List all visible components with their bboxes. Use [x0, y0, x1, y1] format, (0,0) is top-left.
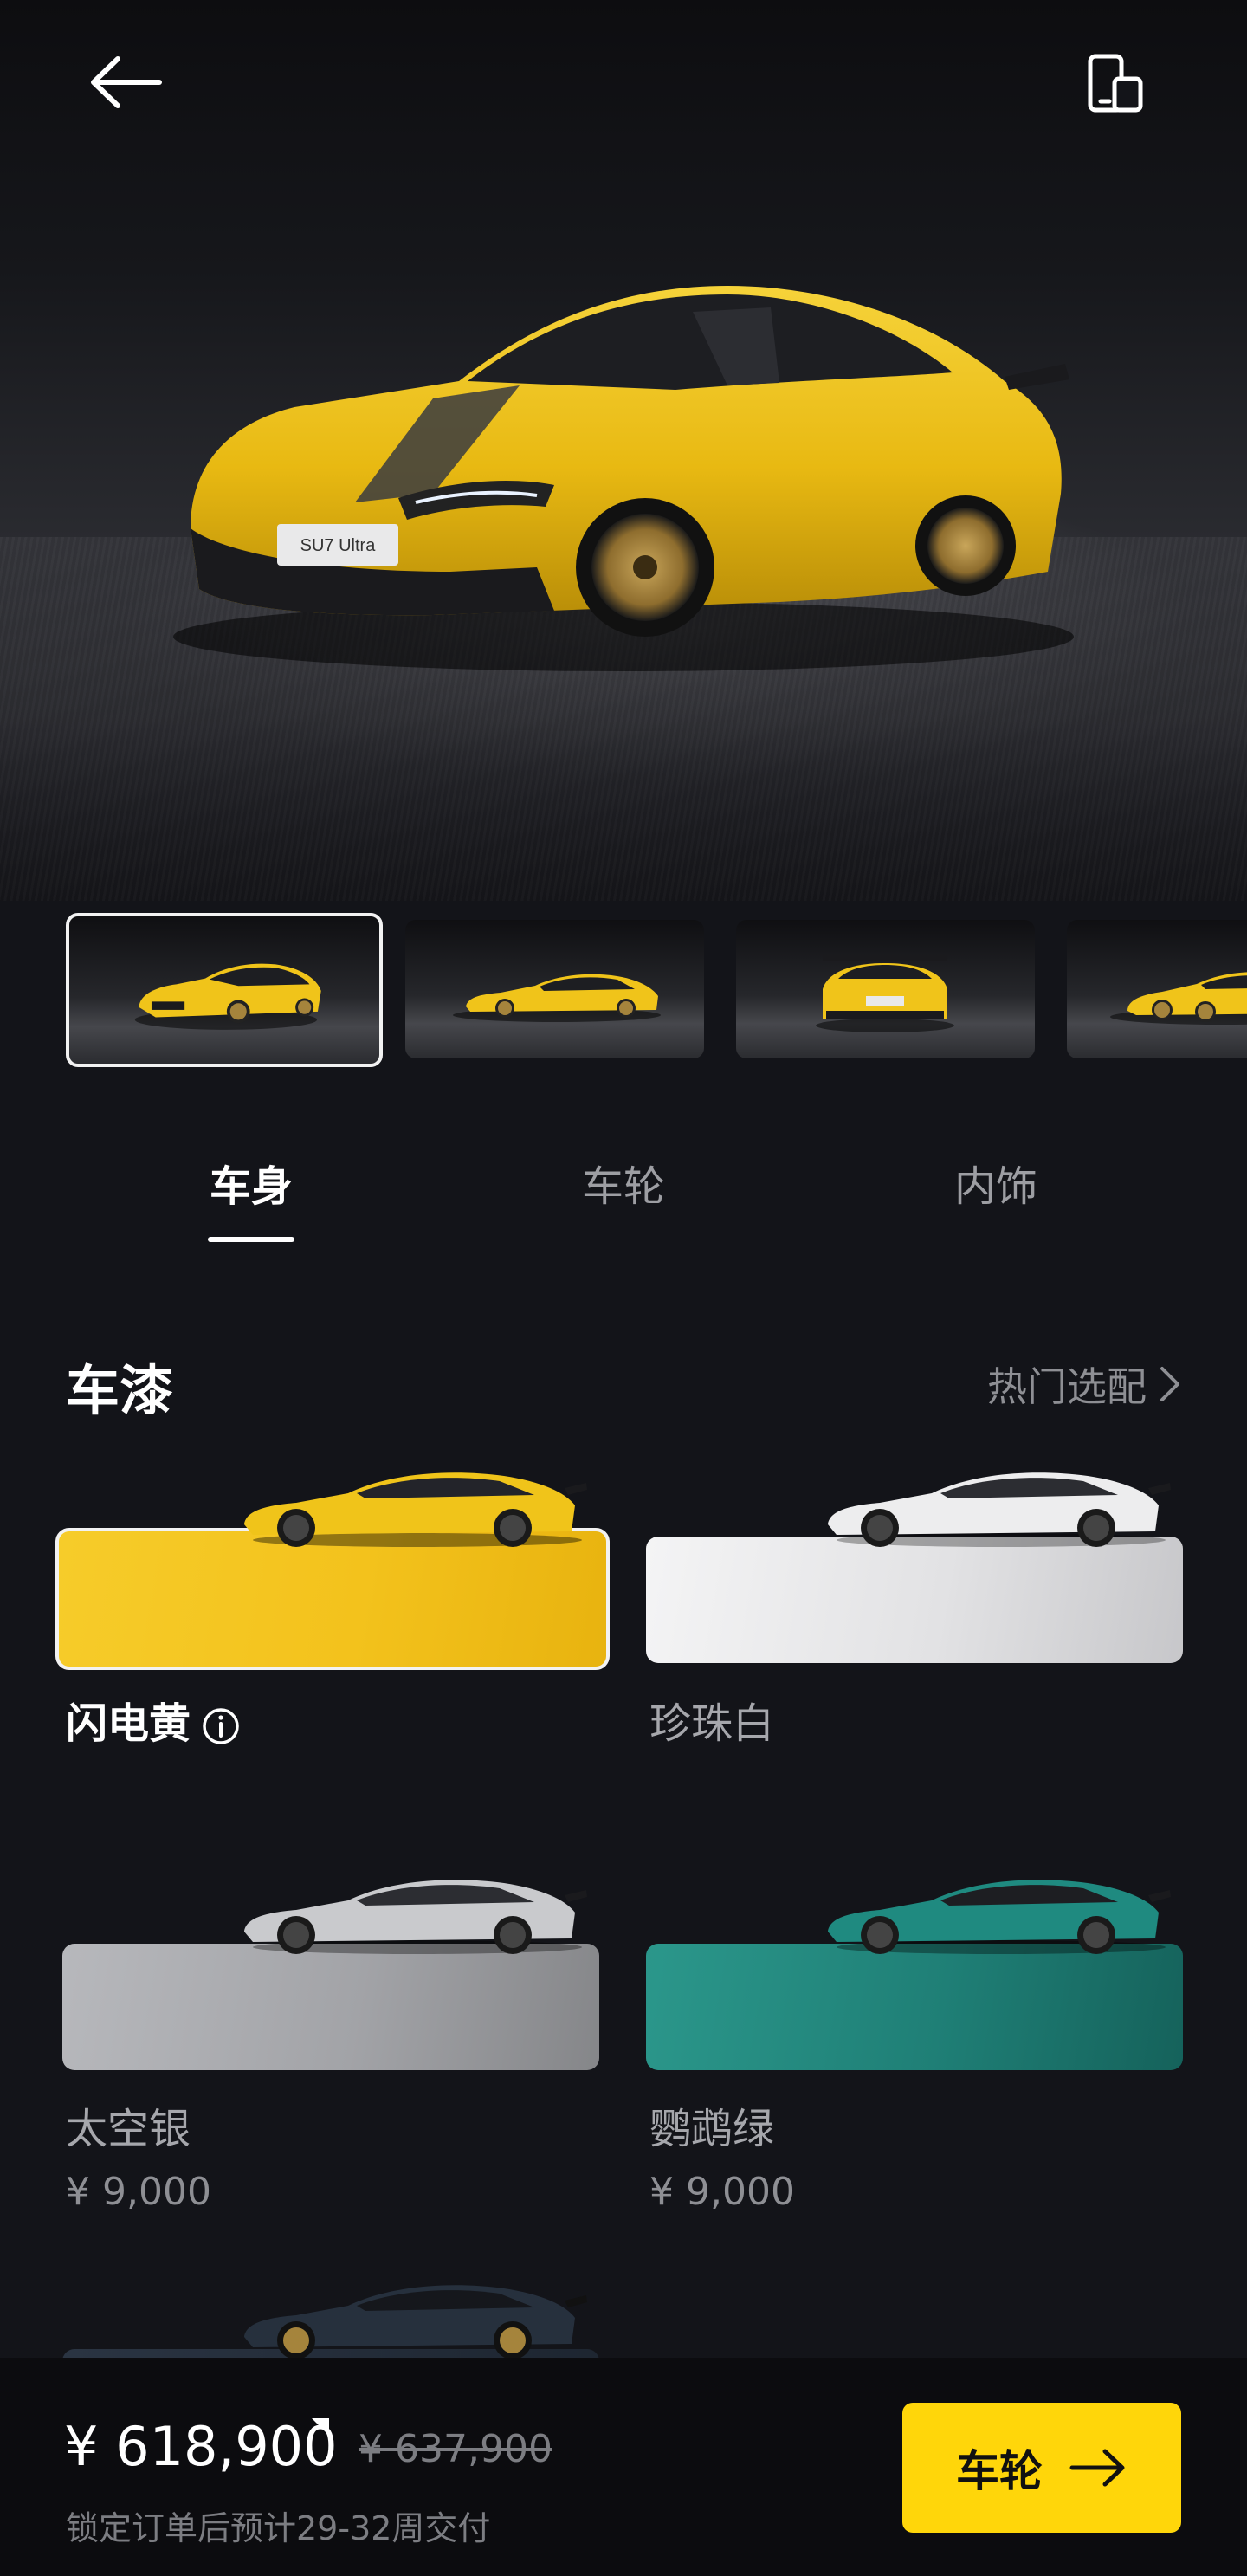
color-swatch: [62, 1944, 599, 2070]
color-option-white[interactable]: [646, 1438, 1200, 1663]
thumbnail-side[interactable]: [405, 920, 704, 1058]
color-name-white: 珍珠白: [649, 1699, 775, 1748]
color-name-silver: 太空银: [66, 2105, 191, 2153]
card-car-image: [244, 2285, 587, 2359]
tab-wheels[interactable]: 车轮: [537, 1152, 710, 1213]
color-price-silver: ¥ 9,000: [66, 2170, 211, 2214]
next-step-button[interactable]: 车轮: [902, 2403, 1181, 2533]
card-car-image: [828, 1880, 1171, 1954]
delivery-estimate: 锁定订单后预计29-32周交付: [66, 2509, 491, 2547]
color-name-green: 鹦鹉绿: [649, 2105, 775, 2153]
arrow-left-icon: [91, 56, 162, 108]
color-swatch: [646, 1537, 1183, 1663]
chevron-right-icon: [1160, 1367, 1179, 1401]
thumbnail-front[interactable]: [66, 913, 383, 1067]
color-price-green: ¥ 9,000: [649, 2170, 795, 2214]
order-summary-bar: ¥ 618,900 ¥ 637,900 锁定订单后预计29-32周交付 车轮: [0, 2358, 1247, 2576]
color-option-silver[interactable]: [62, 1845, 617, 2070]
config-tabs: 车身 车轮 内饰: [0, 1152, 1247, 1247]
section-title: 车漆: [66, 1359, 174, 1422]
next-step-label: 车轮: [956, 2446, 1043, 2496]
info-icon[interactable]: [201, 1706, 241, 1746]
thumbnail-rear[interactable]: [736, 920, 1035, 1058]
hero-image: SU7 Ultra: [0, 0, 1247, 901]
color-option-green[interactable]: [646, 1845, 1200, 2070]
card-car-image: [244, 1472, 587, 1547]
back-button[interactable]: [87, 52, 173, 113]
current-price: ¥ 618,900: [64, 2415, 338, 2478]
card-car-image: [244, 1880, 587, 1954]
gallery-thumbnails: [0, 909, 1247, 1070]
thumbnail-car-image: [453, 974, 661, 1022]
hot-options-link[interactable]: 热门选配: [987, 1356, 1181, 1413]
color-option-yellow[interactable]: [55, 1438, 617, 1670]
device-toggle-button[interactable]: [1082, 50, 1148, 116]
tab-interior[interactable]: 内饰: [909, 1152, 1082, 1213]
svg-text:SU7 Ultra: SU7 Ultra: [300, 536, 377, 555]
color-name-yellow: 闪电黄: [66, 1689, 241, 1750]
hot-options-label: 热门选配: [987, 1363, 1147, 1410]
arrow-right-icon: [1069, 2449, 1125, 2487]
card-car-image: [828, 1472, 1171, 1547]
thumbnail-front-side[interactable]: [1067, 920, 1247, 1058]
color-swatch: [646, 1944, 1183, 2070]
tab-active-indicator: [208, 1237, 294, 1242]
thumbnail-car-image: [816, 955, 954, 1032]
hero-car-image: SU7 Ultra: [173, 286, 1074, 671]
thumbnail-car-image: [134, 963, 321, 1030]
thumbnail-car-image: [1110, 972, 1247, 1025]
original-price: ¥ 637,900: [359, 2427, 552, 2471]
phone-tablet-icon: [1088, 54, 1143, 113]
tab-body[interactable]: 车身: [165, 1152, 338, 1213]
price-detail-marker-icon[interactable]: [312, 2418, 329, 2436]
